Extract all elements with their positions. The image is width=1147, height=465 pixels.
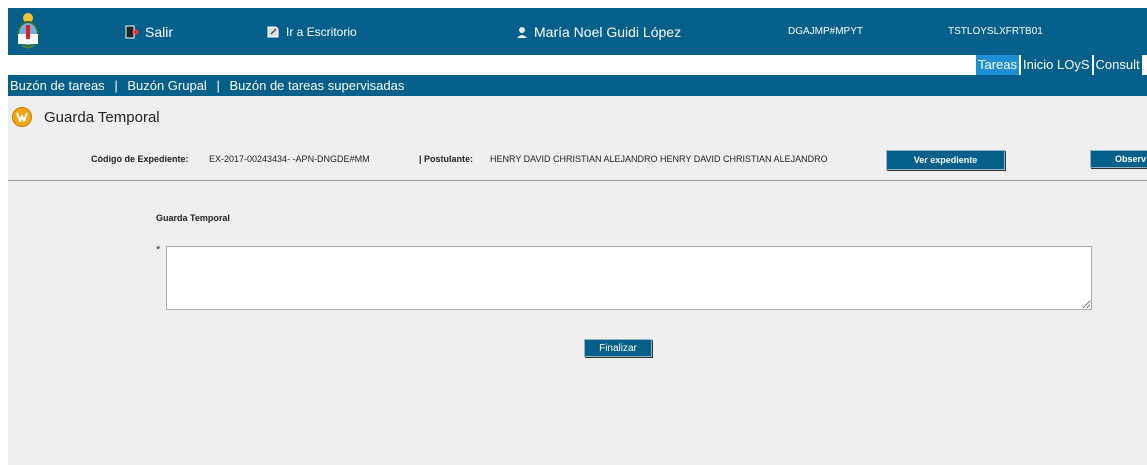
department-code: DGAJMP#MPYT (788, 26, 864, 37)
page-header: Guarda Temporal (12, 105, 160, 129)
nav-buzon-supervisadas[interactable]: Buzón de tareas supervisadas (229, 78, 404, 93)
logout-icon (125, 25, 139, 39)
required-mark: * (156, 244, 161, 256)
expediente-code-value: EX-2017-00243434- -APN-DNGDE#MM (209, 154, 370, 164)
user-icon (516, 26, 528, 38)
tabs-bar: Tareas Inicio LOyS Consult (8, 55, 1147, 75)
tab-consultas[interactable]: Consult (1093, 55, 1142, 75)
tab-inicio-loys[interactable]: Inicio LOyS (1021, 55, 1092, 75)
go-to-desktop-button[interactable]: Ir a Escritorio (266, 8, 357, 55)
logout-label: Salir (145, 23, 174, 40)
task-badge-icon (12, 107, 32, 127)
postulante-value: HENRY DAVID CHRISTIAN ALEJANDRO HENRY DA… (490, 154, 828, 164)
view-expediente-button[interactable]: Ver expediente (886, 150, 1005, 170)
server-name: TSTLOYSLXFRTB01 (948, 26, 1043, 37)
observaciones-button[interactable]: Observ (1090, 150, 1147, 168)
expediente-info: Código de Expediente: EX-2017-00243434- … (8, 149, 1147, 170)
user-info: María Noel Guidi López (516, 8, 681, 55)
postulante-label: | Postulante: (419, 154, 474, 164)
nav-buzon-grupal[interactable]: Buzón Grupal (127, 78, 207, 93)
page-title: Guarda Temporal (44, 108, 160, 126)
top-header: Salir Ir a Escritorio María Noel Guidi L… (8, 8, 1147, 55)
logout-button[interactable]: Salir (125, 8, 173, 55)
nav-buzon-tareas[interactable]: Buzón de tareas (10, 78, 105, 93)
argentina-coat-of-arms-icon (17, 13, 39, 49)
tab-tareas[interactable]: Tareas (976, 55, 1020, 75)
tabs: Tareas Inicio LOyS Consult (976, 55, 1144, 75)
nav-separator: | (114, 78, 118, 93)
guarda-temporal-textarea[interactable] (166, 246, 1092, 310)
form-section-label: Guarda Temporal (156, 213, 230, 223)
desktop-icon (266, 25, 280, 39)
secondary-nav: Buzón de tareas | Buzón Grupal | Buzón d… (8, 75, 1147, 96)
divider (8, 180, 1147, 181)
finalizar-button[interactable]: Finalizar (584, 339, 652, 357)
expediente-code-label: Código de Expediente: (91, 154, 189, 164)
nav-separator: | (216, 78, 220, 93)
user-name: María Noel Guidi López (534, 23, 682, 40)
desktop-label: Ir a Escritorio (286, 24, 357, 39)
app-frame: Salir Ir a Escritorio María Noel Guidi L… (8, 8, 1147, 465)
